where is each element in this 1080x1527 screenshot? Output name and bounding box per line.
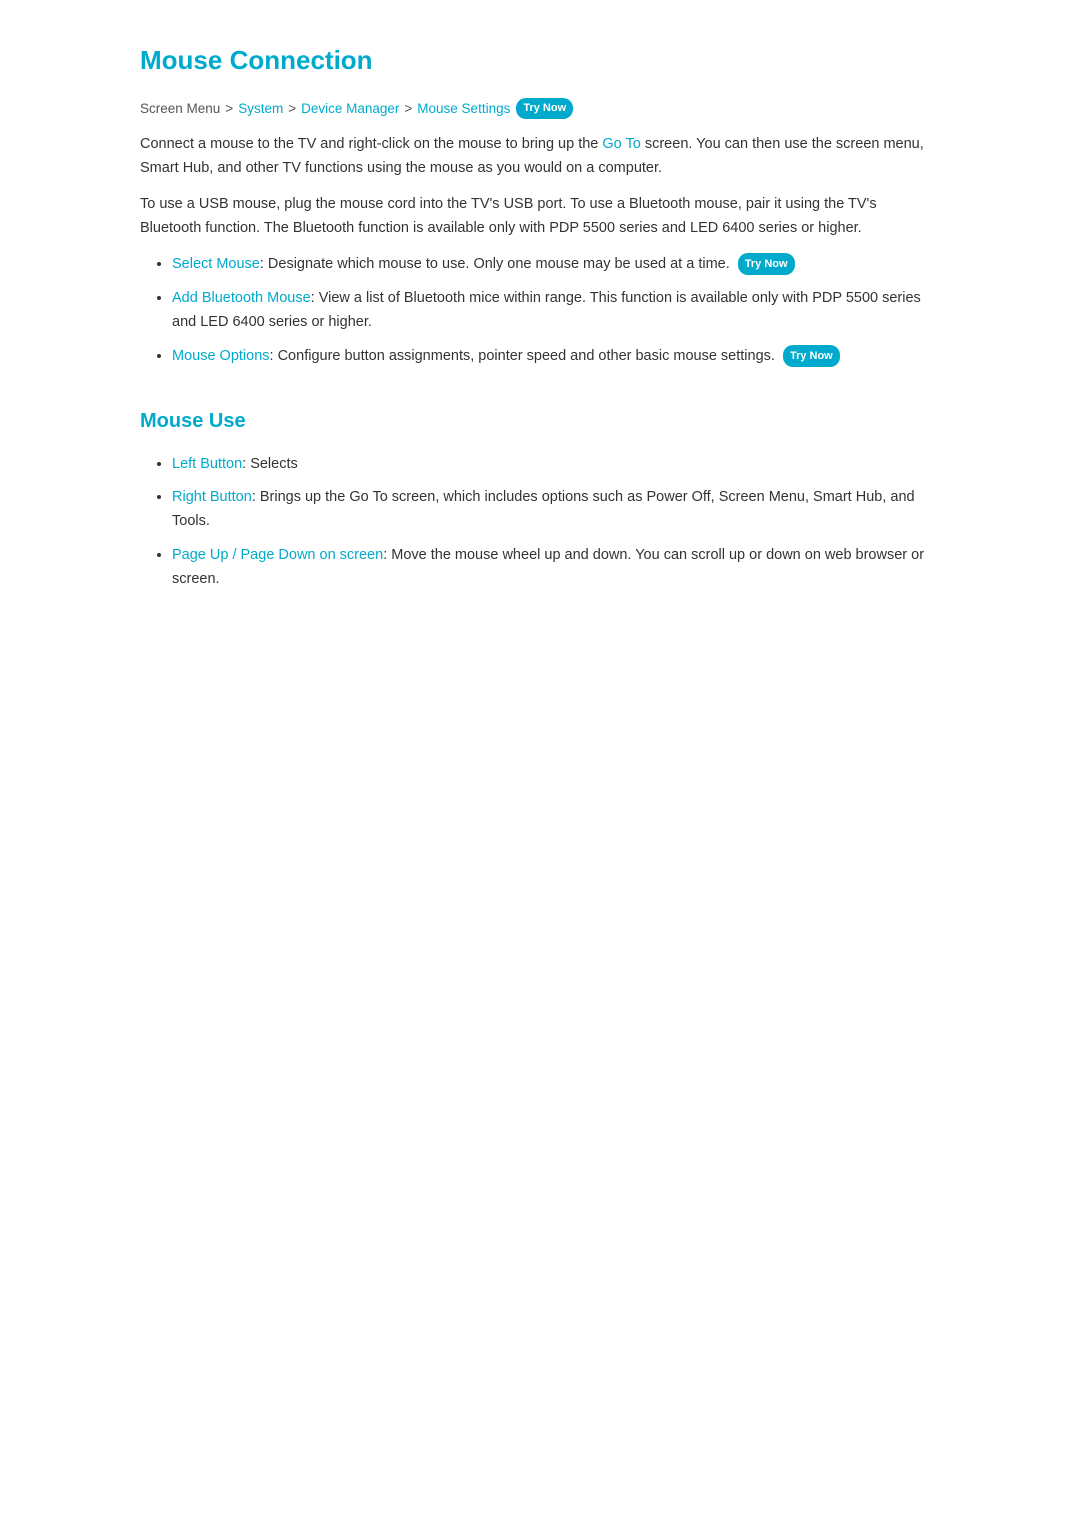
para1-text-before: Connect a mouse to the TV and right-clic… [140,136,602,152]
list-item-page-updown: Page Up / Page Down on screen: Move the … [172,544,940,592]
right-button-text: : Brings up the Go To screen, which incl… [172,489,915,529]
list-item-left-button: Left Button: Selects [172,453,940,477]
intro-paragraph-1: Connect a mouse to the TV and right-clic… [140,133,940,181]
breadcrumb-try-now-badge[interactable]: Try Now [516,98,573,120]
mouse-use-list: Left Button: Selects Right Button: Bring… [140,453,940,593]
list-item-add-bluetooth-mouse: Add Bluetooth Mouse: View a list of Blue… [172,287,940,335]
mouse-options-text: : Configure button assignments, pointer … [270,348,775,364]
select-mouse-try-now[interactable]: Try Now [738,253,795,275]
mouse-options-try-now[interactable]: Try Now [783,345,840,367]
select-mouse-term[interactable]: Select Mouse [172,256,260,272]
breadcrumb-sep2: > [288,98,296,120]
breadcrumb-sep3: > [404,98,412,120]
left-button-text: : Selects [242,456,298,472]
breadcrumb-screen-menu: Screen Menu [140,98,220,120]
add-bluetooth-mouse-term[interactable]: Add Bluetooth Mouse [172,290,311,306]
left-button-term: Left Button [172,456,242,472]
page-updown-term: Page Up / Page Down on screen [172,547,383,563]
breadcrumb-mouse-settings[interactable]: Mouse Settings [417,98,510,120]
list-item-mouse-options: Mouse Options: Configure button assignme… [172,345,940,369]
page-container: Mouse Connection Screen Menu > System > … [90,0,990,646]
mouse-use-heading: Mouse Use [140,405,940,437]
breadcrumb-device-manager[interactable]: Device Manager [301,98,399,120]
breadcrumb-system[interactable]: System [238,98,283,120]
page-title: Mouse Connection [140,40,940,82]
breadcrumb: Screen Menu > System > Device Manager > … [140,98,940,120]
mouse-options-term[interactable]: Mouse Options [172,348,270,364]
select-mouse-text: : Designate which mouse to use. Only one… [260,256,730,272]
list-item-right-button: Right Button: Brings up the Go To screen… [172,486,940,534]
goto-link[interactable]: Go To [602,136,640,152]
features-list: Select Mouse: Designate which mouse to u… [140,253,940,369]
intro-paragraph-2: To use a USB mouse, plug the mouse cord … [140,193,940,241]
list-item-select-mouse: Select Mouse: Designate which mouse to u… [172,253,940,277]
breadcrumb-sep1: > [225,98,233,120]
right-button-term: Right Button [172,489,252,505]
